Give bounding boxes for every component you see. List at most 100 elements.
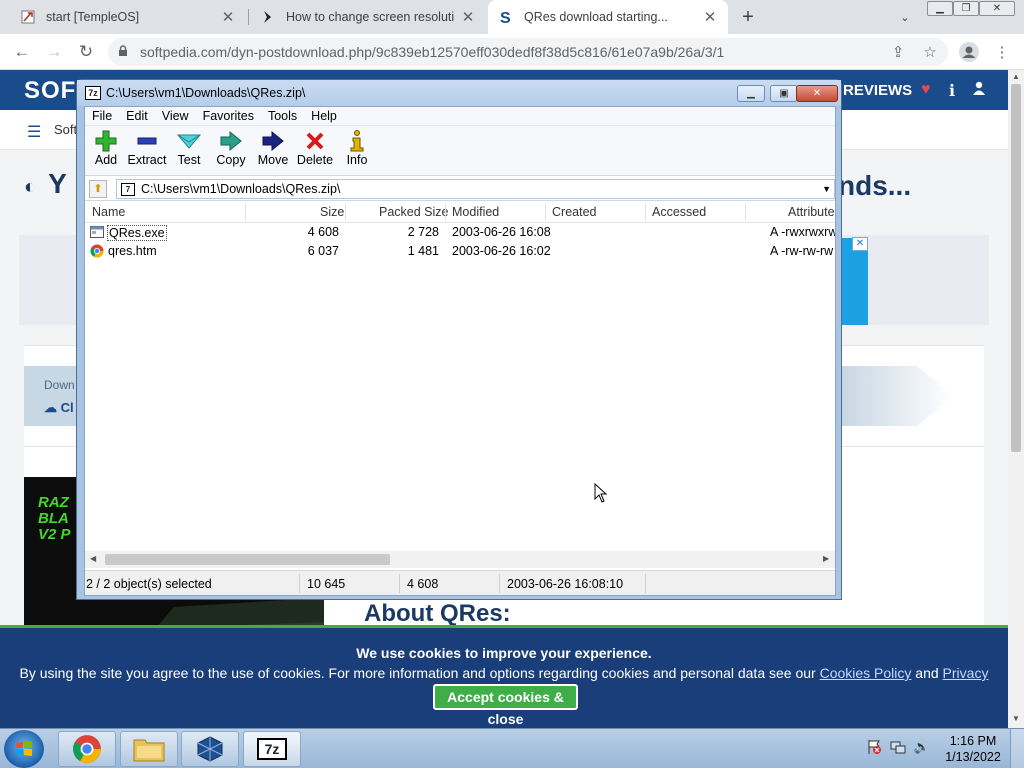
share-icon[interactable]: ⇪	[886, 40, 910, 64]
menu-file[interactable]: File	[85, 107, 119, 125]
7zip-path-combobox[interactable]: 7 C:\Users\vm1\Downloads\QRes.zip\ ▼	[116, 179, 835, 199]
taskbar-explorer-button[interactable]	[120, 731, 178, 767]
tab-search-chevron-icon[interactable]: ⌄	[896, 8, 914, 26]
scroll-left-icon[interactable]: ◀	[90, 554, 96, 563]
back-arrow-icon[interactable]: ←	[10, 40, 34, 64]
menu-favorites[interactable]: Favorites	[196, 107, 261, 125]
menu-help[interactable]: Help	[304, 107, 344, 125]
network-icon[interactable]	[888, 737, 908, 757]
test-icon	[168, 129, 210, 153]
chrome-html-file-icon	[90, 244, 104, 258]
page-scrollbar[interactable]: ▲ ▼	[1008, 70, 1024, 728]
taskbar-virtualbox-button[interactable]	[181, 731, 239, 767]
column-attribute[interactable]: Attribute	[788, 205, 835, 219]
file-row-qres-htm[interactable]: qres.htm 6 037 1 481 2003-06-26 16:02 A …	[85, 242, 835, 261]
close-tab-icon[interactable]: ✕	[460, 9, 476, 26]
chrome-menu-icon[interactable]: ⋮	[990, 40, 1014, 64]
column-accessed[interactable]: Accessed	[652, 205, 706, 219]
extract-button[interactable]: Extract	[126, 129, 168, 173]
hamburger-menu-icon[interactable]: ☰	[27, 122, 41, 142]
move-button[interactable]: Move	[252, 129, 294, 173]
menu-tools[interactable]: Tools	[261, 107, 304, 125]
system-clock[interactable]: 1:16 PM 1/13/2022	[942, 733, 1004, 765]
new-tab-icon[interactable]: +	[736, 5, 760, 29]
reload-icon[interactable]: ↻	[74, 40, 98, 64]
folder-icon	[133, 739, 165, 762]
exe-file-icon	[90, 226, 104, 238]
close-tab-icon[interactable]: ✕	[702, 9, 718, 26]
column-separator[interactable]	[245, 203, 246, 221]
copy-icon	[210, 129, 252, 153]
tab-qres-download[interactable]: S QRes download starting... ✕	[488, 0, 728, 34]
show-desktop-button[interactable]	[1010, 729, 1024, 768]
column-separator[interactable]	[345, 203, 346, 221]
profile-avatar-icon[interactable]	[957, 40, 981, 64]
7zip-taskbar-icon: 7z	[257, 738, 287, 760]
close-window-button[interactable]: ✕	[979, 1, 1015, 16]
scroll-thumb[interactable]	[105, 554, 390, 565]
7zip-minimize-button[interactable]: ▁	[737, 85, 765, 102]
browser-tabstrip: start [TempleOS] ✕ How to change screen …	[0, 0, 1024, 34]
close-tab-icon[interactable]: ✕	[220, 9, 236, 26]
copy-button[interactable]: Copy	[210, 129, 252, 173]
dropdown-arrow-icon[interactable]: ▼	[822, 184, 831, 194]
folder-up-icon[interactable]: ⬆	[89, 180, 107, 198]
status-separator	[499, 574, 500, 593]
taskbar-chrome-button[interactable]	[58, 731, 116, 767]
column-created[interactable]: Created	[552, 205, 596, 219]
scroll-up-icon[interactable]: ▲	[1012, 72, 1020, 81]
delete-button[interactable]: Delete	[294, 129, 336, 173]
column-size[interactable]: Size	[320, 205, 344, 219]
download-link[interactable]: ☁ Cl	[44, 400, 74, 416]
file-row-qres-exe[interactable]: QRes.exe 4 608 2 728 2003-06-26 16:08 A …	[85, 223, 835, 242]
razer-ad-text: RAZ BLA V2 P	[38, 494, 71, 543]
7zip-horizontal-scrollbar[interactable]: ◀ ▶	[85, 551, 835, 568]
file-size: 4 608	[307, 225, 339, 239]
address-bar[interactable]: softpedia.com/dyn-postdownload.php/9c839…	[108, 38, 948, 66]
status-separator	[399, 574, 400, 593]
maximize-button[interactable]: ❐	[953, 1, 979, 16]
menu-edit[interactable]: Edit	[119, 107, 155, 125]
forward-arrow-icon[interactable]: →	[42, 40, 66, 64]
heart-icon[interactable]: ♥	[921, 81, 931, 99]
7zip-app-icon: 7z	[85, 86, 101, 100]
column-separator[interactable]	[745, 203, 746, 221]
column-name[interactable]: Name	[92, 205, 125, 219]
column-separator[interactable]	[445, 203, 446, 221]
scroll-down-icon[interactable]: ▼	[1012, 714, 1020, 723]
7zip-titlebar[interactable]: 7z C:\Users\vm1\Downloads\QRes.zip\ ▁ ▣ …	[77, 80, 841, 106]
tab-templeos[interactable]: start [TempleOS] ✕	[10, 0, 246, 34]
column-separator[interactable]	[645, 203, 646, 221]
action-center-flag-icon[interactable]	[864, 737, 884, 757]
scroll-thumb[interactable]	[1011, 84, 1021, 452]
softpedia-favicon-icon: S	[498, 9, 514, 25]
site-logo[interactable]: SOF	[24, 77, 76, 105]
bookmark-star-icon[interactable]: ☆	[918, 40, 942, 64]
tab-screen-resolution[interactable]: How to change screen resolutio ✕	[250, 0, 486, 34]
info-icon[interactable]: ℹ	[949, 81, 955, 101]
test-button[interactable]: Test	[168, 129, 210, 173]
7zip-file-list: Name Size Packed Size Modified Created A…	[85, 201, 835, 551]
accept-cookies-button[interactable]: Accept cookies & close	[433, 684, 578, 727]
scroll-right-icon[interactable]: ▶	[823, 554, 829, 563]
menu-view[interactable]: View	[155, 107, 196, 125]
volume-icon[interactable]: 🔊	[912, 737, 932, 757]
start-button[interactable]	[4, 730, 44, 768]
file-modified: 2003-06-26 16:08	[452, 225, 551, 239]
minimize-button[interactable]: ▁	[927, 1, 953, 16]
reviews-link[interactable]: REVIEWS	[843, 82, 912, 99]
file-size: 6 037	[307, 244, 339, 258]
user-icon[interactable]	[972, 81, 986, 100]
ad-close-icon[interactable]: ✕	[852, 237, 868, 251]
7zip-maximize-button[interactable]: ▣	[770, 85, 798, 102]
7zip-close-button[interactable]: ✕	[796, 85, 838, 102]
add-button[interactable]: Add	[85, 129, 127, 173]
7zip-address-row: ⬆ 7 C:\Users\vm1\Downloads\QRes.zip\ ▼	[85, 177, 835, 201]
column-modified[interactable]: Modified	[452, 205, 499, 219]
taskbar-7zip-button[interactable]: 7z	[243, 731, 301, 767]
cookies-policy-link[interactable]: Cookies Policy	[820, 665, 912, 681]
column-separator[interactable]	[545, 203, 546, 221]
info-button[interactable]: Info	[336, 129, 378, 173]
column-packed-size[interactable]: Packed Size	[379, 205, 448, 219]
subnav-text[interactable]: Soft	[54, 122, 77, 137]
